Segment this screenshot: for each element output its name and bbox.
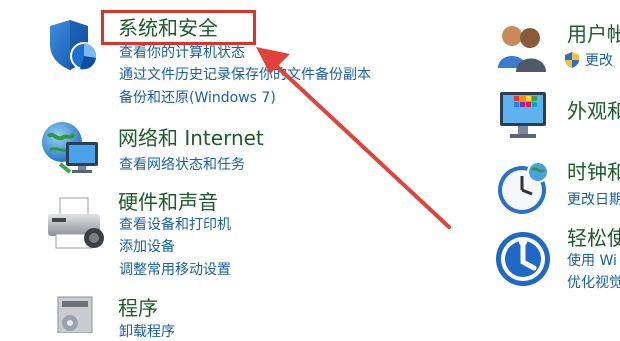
clock-title[interactable]: 时钟和	[567, 160, 620, 184]
users-icon[interactable]	[494, 22, 550, 74]
link-change-date[interactable]: 更改日期	[567, 191, 620, 209]
appearance-icon[interactable]	[494, 88, 552, 142]
user-accounts-title[interactable]: 用户帐	[567, 22, 620, 46]
appearance-title[interactable]: 外观和	[567, 99, 620, 123]
ease-of-access-title[interactable]: 轻松使	[567, 226, 620, 250]
uac-shield-icon	[565, 52, 579, 68]
ease-of-access-icon[interactable]	[494, 230, 552, 288]
link-optimize-display[interactable]: 优化视觉	[567, 274, 620, 292]
clock-icon[interactable]	[492, 158, 552, 218]
link-change-account[interactable]: 更改	[585, 52, 613, 70]
link-use-windows[interactable]: 使用 Wi	[567, 252, 617, 270]
